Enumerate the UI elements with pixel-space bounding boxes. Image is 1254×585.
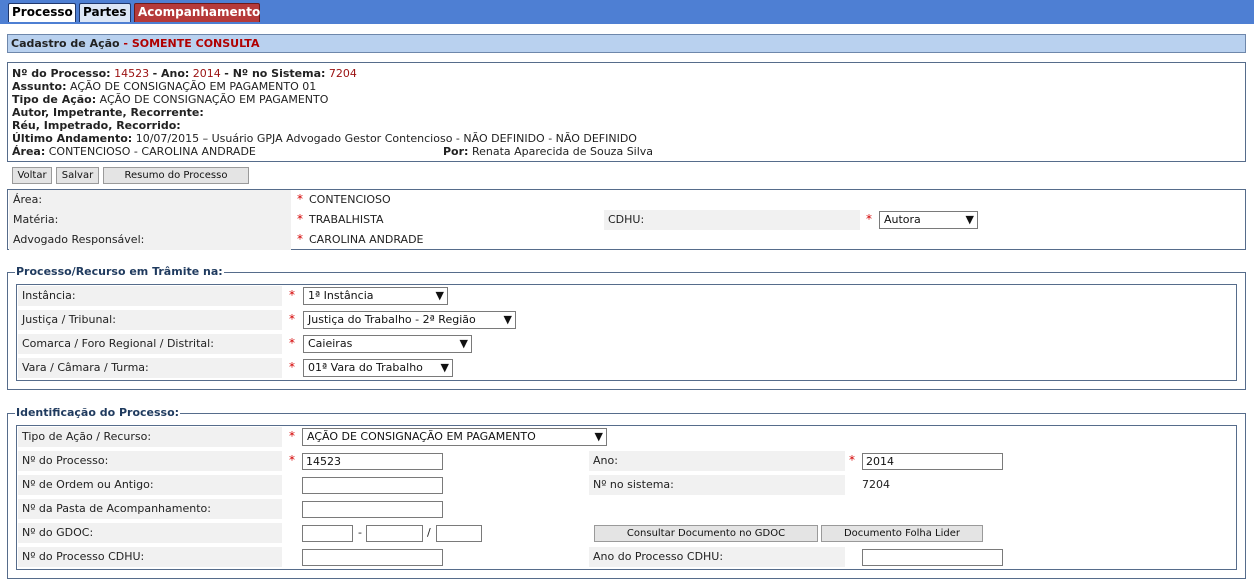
chevron-down-icon: ▼ <box>459 337 468 350</box>
tipo-acao-recurso-select[interactable]: AÇÃO DE CONSIGNAÇÃO EM PAGAMENTO ▼ <box>302 428 607 446</box>
tab-processo[interactable]: Processo <box>8 3 76 22</box>
numero-pasta-input[interactable] <box>302 501 443 518</box>
required-mark: * <box>289 429 295 443</box>
justica-label: Justiça / Tribunal: <box>18 310 282 330</box>
required-mark: * <box>289 312 295 326</box>
area-label: Área: <box>12 145 46 158</box>
numero-ordem-input[interactable] <box>302 477 443 494</box>
tipo-acao-label: Tipo de Ação: <box>12 93 97 106</box>
numero-ordem-label: Nº de Ordem ou Antigo: <box>18 475 282 495</box>
gdoc-part3-input[interactable] <box>436 525 482 542</box>
sistema-label: Nº no Sistema: <box>232 67 326 80</box>
reu-label: Réu, Impetrado, Recorrido: <box>12 119 181 132</box>
ano-label: Ano: <box>160 67 190 80</box>
tipo-acao-recurso-label: Tipo de Ação / Recurso: <box>18 427 282 447</box>
chevron-down-icon: ▼ <box>965 213 974 226</box>
area-field-value: CONTENCIOSO <box>309 193 391 206</box>
voltar-button[interactable]: Voltar <box>12 167 52 184</box>
autor-label: Autor, Impetrante, Recorrente: <box>12 106 204 119</box>
required-mark: * <box>297 212 303 226</box>
numero-sistema-value: 7204 <box>862 478 890 491</box>
general-section: Área: * CONTENCIOSO Matéria: * TRABALHIS… <box>7 189 1246 250</box>
consulta-mode-label: SOMENTE CONSULTA <box>131 37 260 50</box>
processo-value: 14523 <box>114 67 150 80</box>
ultimo-andamento-value: 10/07/2015 – Usuário GPJA Advogado Gesto… <box>135 132 637 145</box>
page-title: Cadastro de Ação - SOMENTE CONSULTA <box>7 34 1246 53</box>
instancia-select-value: 1ª Instância <box>308 289 374 302</box>
vara-select-value: 01ª Vara do Trabalho <box>308 361 423 374</box>
tab-bar: Processo Partes Acompanhamento <box>0 0 1254 24</box>
processo-cdhu-input[interactable] <box>302 549 443 566</box>
por-value: Renata Aparecida de Souza Silva <box>471 145 654 158</box>
required-mark: * <box>289 453 295 467</box>
gdoc-part2-input[interactable] <box>366 525 423 542</box>
tab-partes[interactable]: Partes <box>79 3 131 22</box>
required-mark: * <box>297 232 303 246</box>
comarca-select[interactable]: Caieiras ▼ <box>303 335 472 353</box>
instancia-label: Instância: <box>18 286 282 306</box>
gdoc-separator-dash: - <box>358 526 362 539</box>
numero-gdoc-label: Nº do GDOC: <box>18 523 282 543</box>
tipo-acao-recurso-value: AÇÃO DE CONSIGNAÇÃO EM PAGAMENTO <box>307 430 536 443</box>
numero-processo-input[interactable]: 14523 <box>302 453 443 470</box>
tipo-acao-value: AÇÃO DE CONSIGNAÇÃO EM PAGAMENTO <box>99 93 329 106</box>
comarca-label: Comarca / Foro Regional / Distrital: <box>18 334 282 354</box>
chevron-down-icon: ▼ <box>594 430 603 443</box>
justica-select[interactable]: Justiça do Trabalho - 2ª Região ▼ <box>303 311 516 329</box>
area-field-label: Área: <box>9 190 291 210</box>
tramite-legend: Processo/Recurso em Trâmite na: <box>15 265 224 278</box>
cdhu-field-label: CDHU: <box>604 210 860 230</box>
processo-cdhu-label: Nº do Processo CDHU: <box>18 547 282 567</box>
cdhu-select[interactable]: Autora ▼ <box>879 211 978 229</box>
ano-processo-cdhu-label: Ano do Processo CDHU: <box>589 547 845 567</box>
tramite-section: Instância: * 1ª Instância ▼ Justiça / Tr… <box>16 284 1237 381</box>
title-separator: - <box>119 37 132 50</box>
chevron-down-icon: ▼ <box>440 361 449 374</box>
documento-folha-lider-button[interactable]: Documento Folha Lider <box>821 525 983 542</box>
identificacao-legend: Identificação do Processo: <box>15 406 181 419</box>
consultar-gdoc-button[interactable]: Consultar Documento no GDOC <box>594 525 818 542</box>
salvar-button[interactable]: Salvar <box>56 167 99 184</box>
required-mark: * <box>849 453 855 467</box>
instancia-select[interactable]: 1ª Instância ▼ <box>303 287 448 305</box>
justica-select-value: Justiça do Trabalho - 2ª Região <box>308 313 476 326</box>
cdhu-select-value: Autora <box>884 213 921 226</box>
tab-acompanhamento[interactable]: Acompanhamento <box>134 3 260 22</box>
materia-field-label: Matéria: <box>9 210 291 230</box>
ano-processo-cdhu-input[interactable] <box>862 549 1003 566</box>
vara-label: Vara / Câmara / Turma: <box>18 358 282 378</box>
assunto-label: Assunto: <box>12 80 67 93</box>
por-label: Por: <box>443 145 469 158</box>
ano-label: Ano: <box>589 451 845 471</box>
ano-value: 2014 <box>192 67 221 80</box>
area-value: CONTENCIOSO - CAROLINA ANDRADE <box>48 145 256 158</box>
numero-processo-label: Nº do Processo: <box>18 451 282 471</box>
required-mark: * <box>289 288 295 302</box>
materia-field-value: TRABALHISTA <box>309 213 384 226</box>
assunto-value: AÇÃO DE CONSIGNAÇÃO EM PAGAMENTO 01 <box>69 80 317 93</box>
ultimo-andamento-label: Último Andamento: <box>12 132 133 145</box>
resumo-processo-button[interactable]: Resumo do Processo <box>103 167 249 184</box>
advogado-field-label: Advogado Responsável: <box>9 230 291 250</box>
vara-select[interactable]: 01ª Vara do Trabalho ▼ <box>303 359 453 377</box>
required-mark: * <box>289 360 295 374</box>
comarca-select-value: Caieiras <box>308 337 353 350</box>
required-mark: * <box>297 192 303 206</box>
advogado-field-value: CAROLINA ANDRADE <box>309 233 424 246</box>
numero-sistema-label: Nº no sistema: <box>589 475 845 495</box>
chevron-down-icon: ▼ <box>435 289 444 302</box>
ano-input[interactable]: 2014 <box>862 453 1003 470</box>
required-mark: * <box>866 212 872 226</box>
chevron-down-icon: ▼ <box>503 313 512 326</box>
gdoc-part1-input[interactable] <box>302 525 353 542</box>
process-summary: Nº do Processo: 14523 - Ano: 2014 - Nº n… <box>7 62 1246 162</box>
required-mark: * <box>289 336 295 350</box>
identificacao-section: Tipo de Ação / Recurso: * AÇÃO DE CONSIG… <box>16 425 1237 570</box>
processo-label: Nº do Processo: <box>12 67 111 80</box>
gdoc-separator-slash: / <box>427 526 431 539</box>
numero-pasta-label: Nº da Pasta de Acompanhamento: <box>18 499 282 519</box>
sistema-value: 7204 <box>328 67 357 80</box>
page-title-main: Cadastro de Ação <box>11 37 120 50</box>
